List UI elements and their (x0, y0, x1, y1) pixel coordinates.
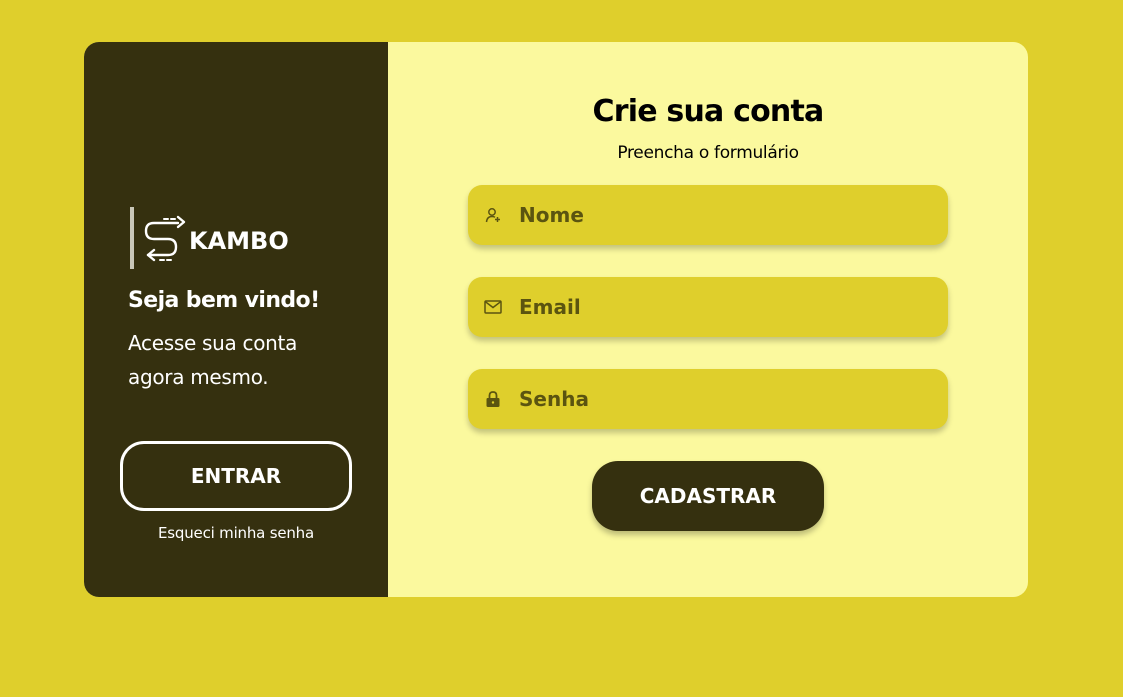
welcome-subtitle: Acesse sua conta agora mesmo. (128, 331, 298, 389)
email-input[interactable] (517, 294, 921, 320)
signup-title: Crie sua conta (592, 94, 825, 129)
password-field[interactable] (468, 369, 948, 429)
brand-name: KAMBO (189, 227, 289, 255)
name-field[interactable] (468, 185, 948, 245)
logo-divider (130, 207, 134, 269)
auth-card: KAMBO Seja bem vindo! Acesse sua conta a… (84, 42, 1028, 597)
signup-subtitle: Preencha o formulário (617, 143, 799, 163)
signup-button[interactable]: CADASTRAR (592, 461, 824, 531)
enter-button[interactable]: ENTRAR (120, 441, 352, 511)
name-input[interactable] (517, 202, 921, 228)
lock-icon (484, 390, 502, 408)
user-add-icon (484, 206, 502, 224)
swap-arrows-s-icon (144, 215, 186, 262)
brand-logo: KAMBO (130, 207, 310, 269)
password-input[interactable] (517, 386, 921, 412)
forgot-password-link[interactable]: Esqueci minha senha (120, 524, 352, 542)
welcome-title: Seja bem vindo! (128, 288, 320, 313)
email-field[interactable] (468, 277, 948, 337)
welcome-panel: KAMBO Seja bem vindo! Acesse sua conta a… (84, 42, 388, 597)
envelope-icon (484, 298, 502, 316)
